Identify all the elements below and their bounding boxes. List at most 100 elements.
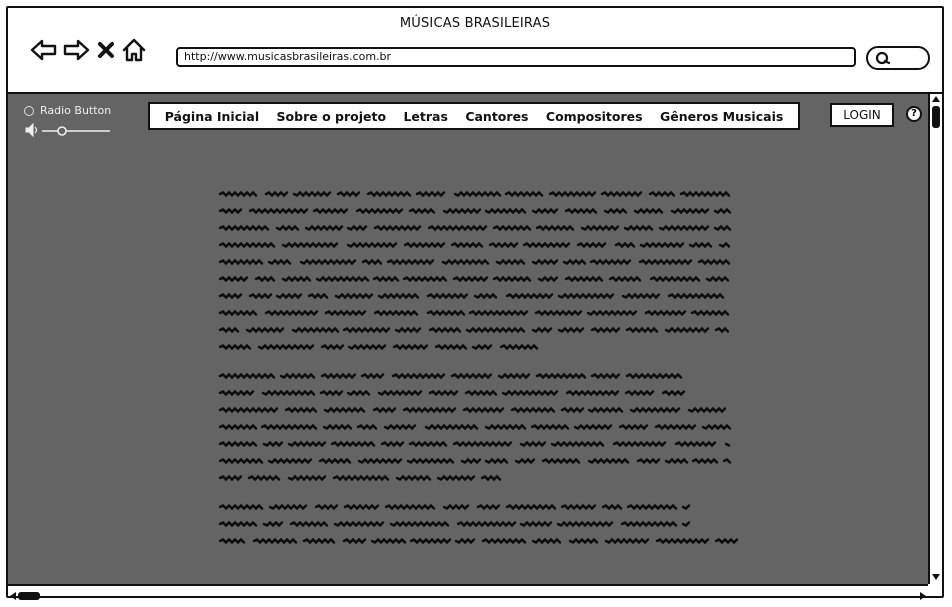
scribble-word <box>218 258 264 266</box>
scribble-word <box>612 440 667 448</box>
scribble-word <box>262 440 284 448</box>
scribble-word <box>655 537 710 545</box>
scribble-word <box>601 503 623 511</box>
scribble-word <box>531 207 559 215</box>
title-bar: MÚSICAS BRASILEIRAS http://www.musicasbr… <box>8 8 942 94</box>
scribble-word <box>681 504 691 510</box>
scribble-word <box>562 258 587 266</box>
scribble-word <box>636 457 661 465</box>
scribble-word <box>499 343 539 351</box>
scribble-word <box>587 406 624 414</box>
scribble-word <box>484 207 527 215</box>
search-box[interactable] <box>866 46 930 70</box>
scribble-word <box>564 275 604 283</box>
scribble-word <box>346 224 368 232</box>
scribble-word <box>287 440 327 448</box>
scribble-word <box>356 423 378 431</box>
scribble-word <box>568 537 599 545</box>
scribble-word <box>428 389 459 397</box>
scribble-word <box>330 440 376 448</box>
scribble-word <box>504 190 544 198</box>
scribble-word <box>690 309 730 317</box>
scribble-word <box>384 503 436 511</box>
scribble-word <box>530 423 570 431</box>
scribble-word <box>287 474 327 482</box>
scribble-word <box>403 241 446 249</box>
url-field[interactable]: http://www.musicasbrasileiras.com.br <box>176 47 856 67</box>
scribble-word <box>452 440 513 448</box>
vertical-scrollbar[interactable] <box>928 94 942 584</box>
scribble-word <box>218 224 270 232</box>
scribble-word <box>442 207 482 215</box>
scribble-word <box>452 275 489 283</box>
scribble-word <box>383 423 417 431</box>
scribble-word <box>580 224 620 232</box>
scribble-word <box>289 520 329 528</box>
scribble-word <box>323 406 366 414</box>
scribble-word <box>409 537 452 545</box>
scribble-word <box>314 503 339 511</box>
scribble-word <box>649 275 701 283</box>
scribble-word <box>386 258 435 266</box>
scribble-word <box>248 207 309 215</box>
scribble-word <box>346 389 371 397</box>
scribble-word <box>654 423 697 431</box>
scribble-word <box>380 440 405 448</box>
scribble-word <box>623 224 654 232</box>
scribble-word <box>589 258 632 266</box>
scribble-word <box>373 309 419 317</box>
scribble-word <box>590 326 621 334</box>
scribble-word <box>218 190 258 198</box>
scribble-word <box>535 224 575 232</box>
scribble-word <box>505 292 554 300</box>
scribble-word <box>333 520 385 528</box>
scribble-word <box>264 190 289 198</box>
scribble-word <box>377 292 420 300</box>
scribble-word <box>434 343 468 351</box>
scribble-word <box>218 241 276 249</box>
scribble-word <box>319 389 344 397</box>
scribble-word <box>560 406 585 414</box>
scribble-word <box>541 457 581 465</box>
scribble-word <box>218 423 258 431</box>
scribble-word <box>519 440 547 448</box>
scribble-word <box>392 343 429 351</box>
browser-window: MÚSICAS BRASILEIRAS http://www.musicasbr… <box>6 6 944 600</box>
scribble-word <box>218 389 255 397</box>
horizontal-scrollbar[interactable] <box>8 584 928 600</box>
scribble-word <box>373 224 422 232</box>
scribble-word <box>275 292 303 300</box>
scribble-word <box>427 224 488 232</box>
scribble-word <box>322 423 353 431</box>
close-x-icon[interactable] <box>92 36 120 64</box>
scribble-word <box>531 537 562 545</box>
back-arrow-icon[interactable] <box>30 36 58 64</box>
scribble-word <box>505 503 557 511</box>
forward-arrow-icon[interactable] <box>62 36 90 64</box>
scribble-word <box>247 474 281 482</box>
scribble-word <box>312 207 349 215</box>
scribble-word <box>473 292 498 300</box>
scribble-word <box>658 224 710 232</box>
scribble-word <box>318 457 352 465</box>
home-icon[interactable] <box>120 36 148 64</box>
scribble-word <box>254 275 276 283</box>
scribble-word <box>514 457 536 465</box>
scribble-word <box>718 241 731 248</box>
scribble-word <box>465 326 526 334</box>
scribble-word <box>550 440 605 448</box>
scribble-word <box>501 389 559 397</box>
scribble-word <box>587 457 630 465</box>
scribble-word <box>408 207 436 215</box>
scribble-word <box>218 372 276 380</box>
scribble-word <box>724 442 731 447</box>
scribble-word <box>402 406 457 414</box>
scribble-word <box>705 275 730 283</box>
scribble-word <box>488 241 519 249</box>
scribble-word <box>600 190 643 198</box>
scribble-word <box>565 389 620 397</box>
scribble-word <box>468 309 529 317</box>
scribble-word <box>292 190 332 198</box>
scribble-word <box>531 258 559 266</box>
scribble-word <box>357 457 403 465</box>
